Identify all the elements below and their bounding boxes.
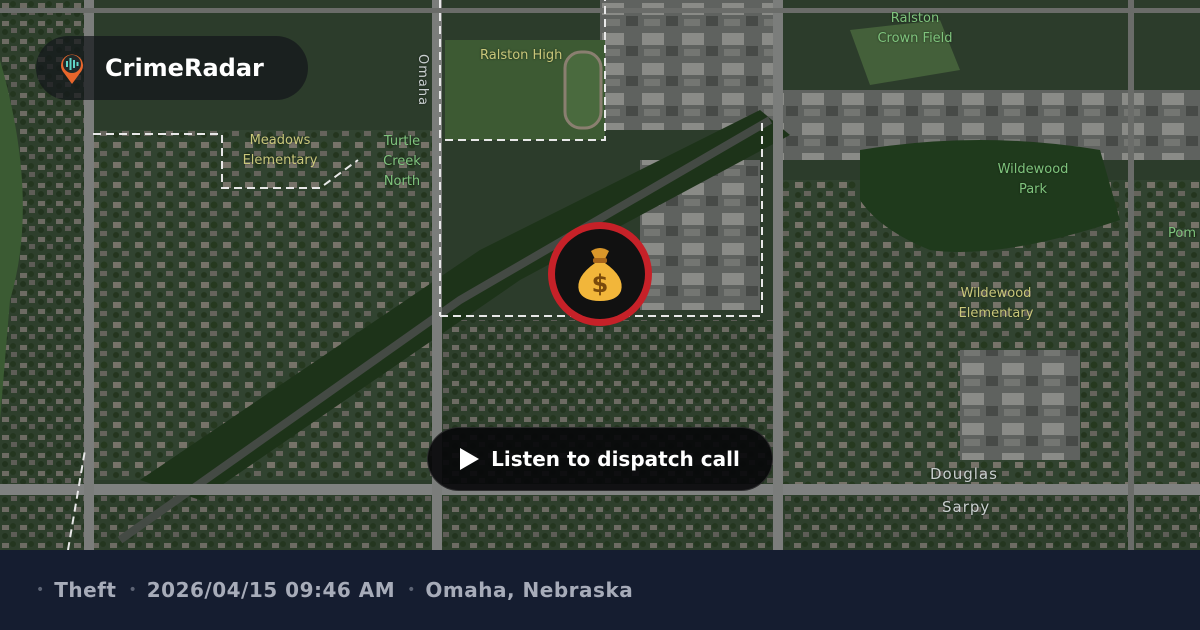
map-label-pom: Pom (1168, 226, 1196, 241)
map-label-wildewood-elementary: Wildewood Elementary (958, 286, 1034, 321)
play-icon (460, 448, 480, 470)
map-label-wildewood-park: Wildewood Park (997, 162, 1069, 197)
separator-dot: • (36, 582, 45, 598)
separator-dot: • (128, 582, 137, 598)
svg-text:$: $ (592, 270, 609, 298)
incident-marker[interactable]: $ (548, 222, 652, 326)
incident-footer: • Theft • 2026/04/15 09:46 AM • Omaha, N… (0, 550, 1200, 630)
map-label-ralston-high: Ralston High (480, 48, 563, 63)
incident-type: Theft (54, 578, 117, 602)
map-label-ralston-crown-field: Ralston Crown Field (877, 11, 953, 46)
incident-location: Omaha, Nebraska (425, 578, 634, 602)
incident-datetime: 2026/04/15 09:46 AM (146, 578, 396, 602)
app-name: CrimeRadar (105, 54, 264, 82)
radar-pin-icon (54, 50, 90, 86)
map-label-meadows-elementary: Meadows Elementary (242, 133, 318, 168)
map-label-sarpy: Sarpy (942, 498, 991, 516)
listen-dispatch-button[interactable]: Listen to dispatch call (427, 427, 773, 491)
listen-dispatch-label: Listen to dispatch call (491, 447, 740, 471)
map-label-omaha-road: Omaha (415, 53, 431, 107)
brand-pill[interactable]: CrimeRadar (36, 36, 308, 100)
map-label-douglas: Douglas (930, 465, 998, 483)
map-label-turtle-creek-north: Turtle Creek North (383, 134, 421, 189)
money-bag-icon: $ (578, 248, 622, 301)
separator-dot: • (407, 582, 416, 598)
